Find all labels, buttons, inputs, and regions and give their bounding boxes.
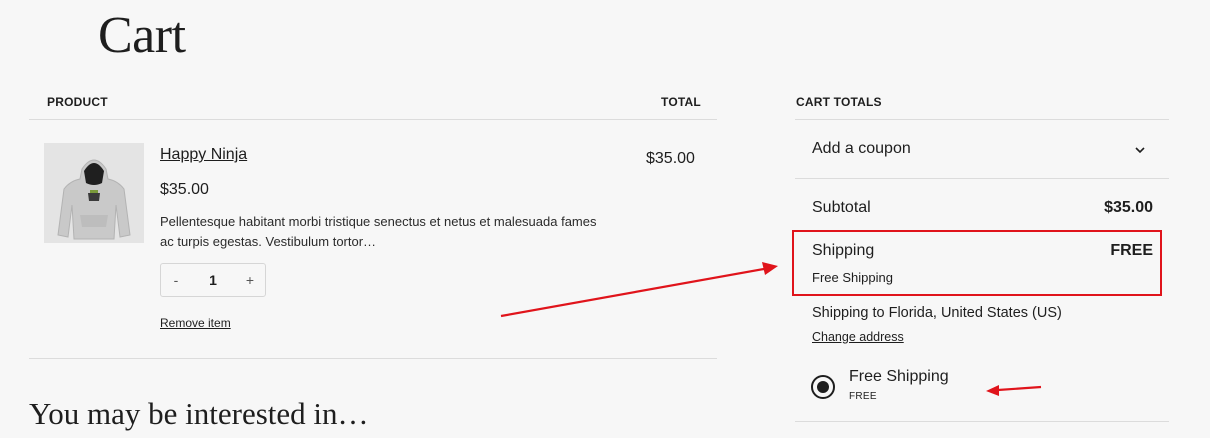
line-total: $35.00	[646, 150, 695, 167]
product-price: $35.00	[160, 181, 209, 198]
change-address-link[interactable]: Change address	[812, 330, 904, 344]
shipping-value: FREE	[1110, 242, 1153, 259]
arrow-to-free-shipping-option-icon	[986, 385, 1042, 396]
radio-selected-dot	[817, 381, 829, 393]
shipping-option-label[interactable]: Free Shipping	[849, 368, 949, 386]
quantity-stepper: - 1 +	[160, 263, 266, 297]
add-coupon-toggle[interactable]: Add a coupon	[812, 140, 911, 158]
subtotal-value: $35.00	[1104, 199, 1153, 216]
totals-header-divider	[795, 119, 1169, 120]
product-thumbnail[interactable]	[44, 143, 144, 243]
product-name-link[interactable]: Happy Ninja	[160, 146, 247, 164]
shipping-options-divider	[795, 421, 1169, 422]
free-shipping-radio[interactable]	[811, 375, 835, 399]
cross-sells-heading: You may be interested in…	[29, 396, 369, 431]
chevron-down-icon[interactable]	[1133, 143, 1147, 157]
decrement-button[interactable]: -	[161, 272, 191, 288]
shipping-highlight-box	[792, 230, 1162, 296]
page-title: Cart	[98, 7, 186, 64]
shipping-option-price: FREE	[849, 391, 877, 402]
increment-button[interactable]: +	[235, 272, 265, 288]
shipping-method-name: Free Shipping	[812, 270, 893, 285]
total-column-header: TOTAL	[661, 95, 701, 109]
table-header-divider	[29, 119, 717, 120]
arrow-to-shipping-box-icon	[500, 262, 778, 318]
shipping-destination: Shipping to Florida, United States (US)	[812, 305, 1062, 321]
remove-item-link[interactable]: Remove item	[160, 316, 231, 330]
quantity-input[interactable]: 1	[209, 272, 217, 288]
cart-table-bottom-divider	[29, 358, 717, 359]
hoodie-image-icon	[44, 143, 144, 243]
product-column-header: PRODUCT	[47, 95, 108, 109]
shipping-label: Shipping	[812, 242, 875, 259]
coupon-divider	[795, 178, 1169, 179]
product-description: Pellentesque habitant morbi tristique se…	[160, 214, 597, 249]
subtotal-label: Subtotal	[812, 199, 871, 216]
cart-totals-heading: CART TOTALS	[796, 95, 882, 109]
